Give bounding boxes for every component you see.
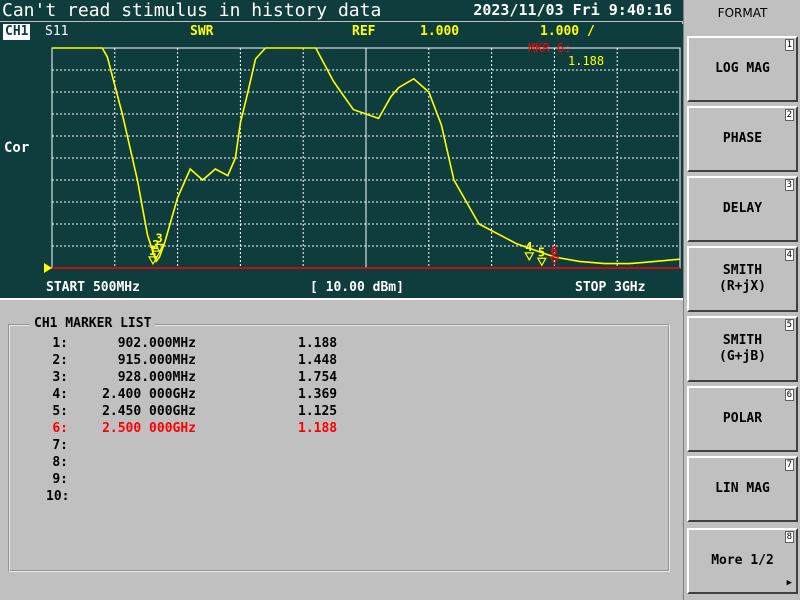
start-frequency[interactable]: START 500MHz (46, 280, 140, 295)
softkey-number: 4 (784, 249, 794, 261)
marker-index: 9: (52, 472, 68, 487)
marker-list-row: 8: (10, 455, 410, 472)
marker-value: 1.188 (298, 421, 338, 436)
marker-value: 1.448 (298, 353, 338, 368)
softkey-number: 1 (784, 39, 794, 51)
marker-frequency: 2.400 000GHz (102, 387, 196, 402)
marker-list-row: 4: 2.400 000GHz 1.369 (10, 387, 410, 404)
softkey-number: 8 (784, 531, 794, 543)
softkey-label: More 1/2 (711, 553, 774, 568)
trace-header: CH1 S11 SWR REF 1.000 1.000 / (0, 22, 682, 42)
marker-list-row: 3: 928.000MHz 1.754 (10, 370, 410, 387)
softkey-delay[interactable]: DELAY 3 (687, 176, 798, 242)
marker-list-box: 1: 902.000MHz 1.188 2: 915.000MHz 1.448 3: 928.… (8, 324, 670, 572)
softkey-lin-mag[interactable]: LIN MAG 7 (687, 456, 798, 522)
marker-4-label: 4 (525, 240, 532, 254)
more-arrow-icon: ▶ (786, 578, 792, 588)
marker-index: 5: (52, 404, 68, 419)
softkey-number: 6 (784, 389, 794, 401)
marker-4-symbol (524, 252, 535, 262)
marker-value: 1.125 (298, 404, 338, 419)
marker-index: 1: (52, 336, 68, 351)
softkey-label: DELAY (722, 201, 763, 216)
marker-index: 2: (52, 353, 68, 368)
marker-value: 1.369 (298, 387, 338, 402)
marker-index: 7: (52, 438, 68, 453)
marker-frequency: 2.500 000GHz (102, 421, 196, 436)
scale-value: 1.000 / (540, 24, 595, 39)
reference-arrow (44, 263, 52, 273)
marker-readout-label: MKR 6: (528, 41, 571, 55)
parameter-label: S11 (45, 24, 69, 39)
marker-list-row: 5: 2.450 000GHz 1.125 (10, 404, 410, 421)
marker-index: 10: (46, 489, 70, 504)
marker-list-row: 9: (10, 472, 410, 489)
softkey-number: 7 (784, 459, 794, 471)
softkey-phase[interactable]: PHASE 2 (687, 106, 798, 172)
softkey-number: 3 (784, 179, 794, 191)
status-bar: Can't read stimulus in history data 2023… (0, 0, 680, 21)
marker-list-panel: 1: 902.000MHz 1.188 2: 915.000MHz 1.448 3: 928.… (0, 298, 683, 600)
channel-label[interactable]: CH1 (3, 24, 31, 40)
stimulus-bar: START 500MHz [ 10.00 dBm] STOP 3GHz (0, 278, 682, 298)
swr-plot[interactable]: 1234 5 6 MKR 6: 1.188 (0, 40, 682, 278)
softkey-smith-r-jx[interactable]: SMITH (R+jX) 4 (687, 246, 798, 312)
softkey-menu: FORMAT LOG MAG 1 PHASE 2 DELAY 3 SMITH (R+jX) 4… (683, 0, 800, 600)
marker-5-label: 5 (538, 245, 545, 259)
softkey-label: POLAR (722, 411, 763, 426)
marker-list-row: 6: 2.500 000GHz 1.188 (10, 421, 410, 438)
ref-label: REF (352, 24, 376, 39)
source-power[interactable]: [ 10.00 dBm] (310, 280, 404, 295)
softkey-label: SMITH (R+jX) (719, 263, 766, 294)
marker-3-label: 3 (156, 231, 163, 245)
marker-list-title: CH1 MARKER LIST (30, 316, 156, 331)
softkey-smith-g-jb[interactable]: SMITH (G+jB) 5 (687, 316, 798, 382)
stop-frequency[interactable]: STOP 3GHz (575, 280, 645, 295)
format-label: SWR (190, 24, 214, 39)
status-message: Can't read stimulus in history data (2, 0, 382, 21)
marker-frequency: 902.000MHz (117, 336, 196, 351)
marker-value: 1.754 (298, 370, 338, 385)
softkey-polar[interactable]: POLAR 6 (687, 386, 798, 452)
softkey-label: PHASE (722, 131, 763, 146)
marker-list-row: 7: (10, 438, 410, 455)
marker-index: 6: (52, 421, 68, 436)
marker-index: 8: (52, 455, 68, 470)
marker-list-row: 1: 902.000MHz 1.188 (10, 336, 410, 353)
softkey-log-mag[interactable]: LOG MAG 1 (687, 36, 798, 102)
marker-frequency: 915.000MHz (117, 353, 196, 368)
softkey-label: LOG MAG (715, 61, 770, 76)
softkey-more-1-2[interactable]: More 1/2 8 ▶ (687, 528, 798, 594)
softkey-number: 5 (784, 319, 794, 331)
correction-label: Cor (4, 140, 30, 156)
marker-readout-value: 1.188 (568, 54, 604, 68)
markers: 1234 5 6 (147, 231, 560, 267)
marker-5-symbol (536, 257, 547, 267)
marker-list-row: 10: (10, 489, 410, 506)
ref-value: 1.000 (420, 24, 460, 39)
marker-index: 4: (52, 387, 68, 402)
marker-6-label: 6 (550, 244, 557, 258)
marker-index: 3: (52, 370, 68, 385)
softkey-label: LIN MAG (715, 481, 770, 496)
plot-grid (52, 48, 680, 268)
marker-list-row: 2: 915.000MHz 1.448 (10, 353, 410, 370)
marker-value: 1.188 (298, 336, 338, 351)
softkey-number: 2 (784, 109, 794, 121)
marker-frequency: 2.450 000GHz (102, 404, 196, 419)
softkey-menu-title: FORMAT (717, 6, 768, 20)
softkey-label: SMITH (G+jB) (719, 333, 766, 364)
marker-frequency: 928.000MHz (117, 370, 196, 385)
date-time: 2023/11/03 Fri 9:40:16 (473, 1, 672, 19)
